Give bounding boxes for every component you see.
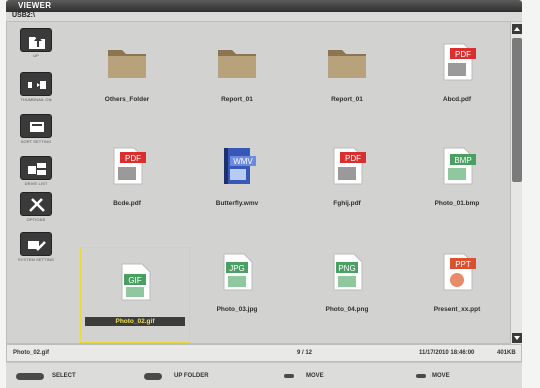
file-item-photo-01-bmp[interactable]: BMP Photo_01.bmp: [403, 132, 511, 226]
file-item-butterfly-wmv[interactable]: WMV Butterfly.wmv: [183, 132, 291, 226]
thumbnail-icon: [20, 72, 52, 96]
folder-icon: [328, 50, 366, 78]
svg-text:WMV: WMV: [233, 157, 253, 166]
left-right-key-icon: [416, 374, 426, 378]
svg-text:PDF: PDF: [455, 50, 471, 59]
image-file-icon: PNG: [333, 253, 363, 291]
file-item-bcde-pdf[interactable]: PDF Bcde.pdf: [73, 132, 181, 226]
system-setting-button[interactable]: SYSTEM SETTING: [13, 232, 59, 266]
video-file-icon: WMV: [224, 148, 256, 184]
folder-icon: [108, 50, 146, 78]
status-timestamp: 11/17/2010 18:46:00: [419, 350, 475, 356]
drive-list-icon: [20, 156, 52, 180]
pdf-file-icon: PDF: [443, 43, 476, 81]
svg-text:PNG: PNG: [338, 264, 355, 273]
thumbnail-on-button[interactable]: THUMBNAIL ON: [13, 72, 59, 106]
pdf-file-icon: PDF: [113, 147, 146, 185]
file-item-report-01-b[interactable]: Report_01: [293, 28, 401, 122]
file-item-photo-04-png[interactable]: PNG Photo_04.png: [293, 238, 401, 332]
title-bar: VIEWER: [6, 0, 522, 12]
enter-key-icon: [16, 373, 44, 380]
sidebar: UP THUMBNAIL ON SORT SETTING DRIVE LIST: [7, 22, 69, 345]
image-file-icon: GIF: [121, 263, 151, 301]
pdf-file-icon: PDF: [333, 147, 366, 185]
vertical-scrollbar[interactable]: [510, 22, 522, 345]
drive-list-button[interactable]: DRIVE LIST: [13, 156, 59, 190]
status-bar: Photo_02.gif 9 / 12 11/17/2010 18:46:00 …: [6, 344, 522, 362]
options-button[interactable]: OPTIONS: [13, 192, 59, 226]
file-item-report-01-a[interactable]: Report_01: [183, 28, 291, 122]
file-item-photo-02-gif[interactable]: GIF Photo_02.gif: [80, 247, 190, 343]
help-move-vertical: MOVE: [306, 373, 324, 379]
sort-icon: [20, 114, 52, 138]
folder-up-icon: [20, 28, 52, 52]
svg-text:JPG: JPG: [229, 264, 245, 273]
status-file-size: 401KB: [497, 350, 516, 356]
help-select: SELECT: [52, 373, 76, 379]
current-path: USB2:\: [12, 12, 35, 19]
svg-text:PDF: PDF: [125, 154, 141, 163]
help-bar: SELECT UP FOLDER MOVE MOVE: [6, 362, 522, 388]
options-icon: [20, 192, 52, 216]
svg-text:BMP: BMP: [454, 156, 471, 165]
presentation-file-icon: PPT: [443, 253, 476, 291]
viewer-window: VIEWER USB2:\ UP THUMBNAIL ON SORT SETTI…: [0, 0, 540, 388]
breadcrumb: USB2:\: [6, 12, 522, 21]
file-item-photo-03-jpg[interactable]: JPG Photo_03.jpg: [183, 238, 291, 332]
scroll-up-button[interactable]: [512, 24, 522, 34]
file-item-others-folder[interactable]: Others_Folder: [73, 28, 181, 122]
help-move-horizontal: MOVE: [432, 373, 450, 379]
image-file-icon: BMP: [443, 147, 476, 185]
file-grid: Others_Folder Report_01 Report_01 PDF Ab…: [73, 28, 513, 344]
exit-key-icon: [144, 373, 162, 380]
status-position: 9 / 12: [297, 350, 313, 356]
help-up-folder: UP FOLDER: [174, 373, 209, 379]
status-selected-file: Photo_02.gif: [13, 350, 50, 356]
svg-text:PDF: PDF: [345, 154, 361, 163]
svg-text:GIF: GIF: [128, 276, 141, 285]
up-button[interactable]: UP: [13, 28, 59, 62]
svg-text:PPT: PPT: [455, 260, 471, 269]
sort-setting-button[interactable]: SORT SETTING: [13, 114, 59, 148]
folder-icon: [218, 50, 256, 78]
file-item-fghij-pdf[interactable]: PDF Fghij.pdf: [293, 132, 401, 226]
file-item-present-xx-ppt[interactable]: PPT Present_xx.ppt: [403, 238, 511, 332]
window-title: VIEWER: [18, 1, 52, 10]
up-down-key-icon: [284, 374, 294, 378]
file-item-abcd-pdf[interactable]: PDF Abcd.pdf: [403, 28, 511, 122]
scroll-down-button[interactable]: [512, 333, 522, 343]
image-file-icon: JPG: [223, 253, 253, 291]
system-setting-icon: [20, 232, 52, 256]
file-browser: UP THUMBNAIL ON SORT SETTING DRIVE LIST: [6, 21, 522, 345]
scroll-thumb[interactable]: [512, 38, 522, 182]
